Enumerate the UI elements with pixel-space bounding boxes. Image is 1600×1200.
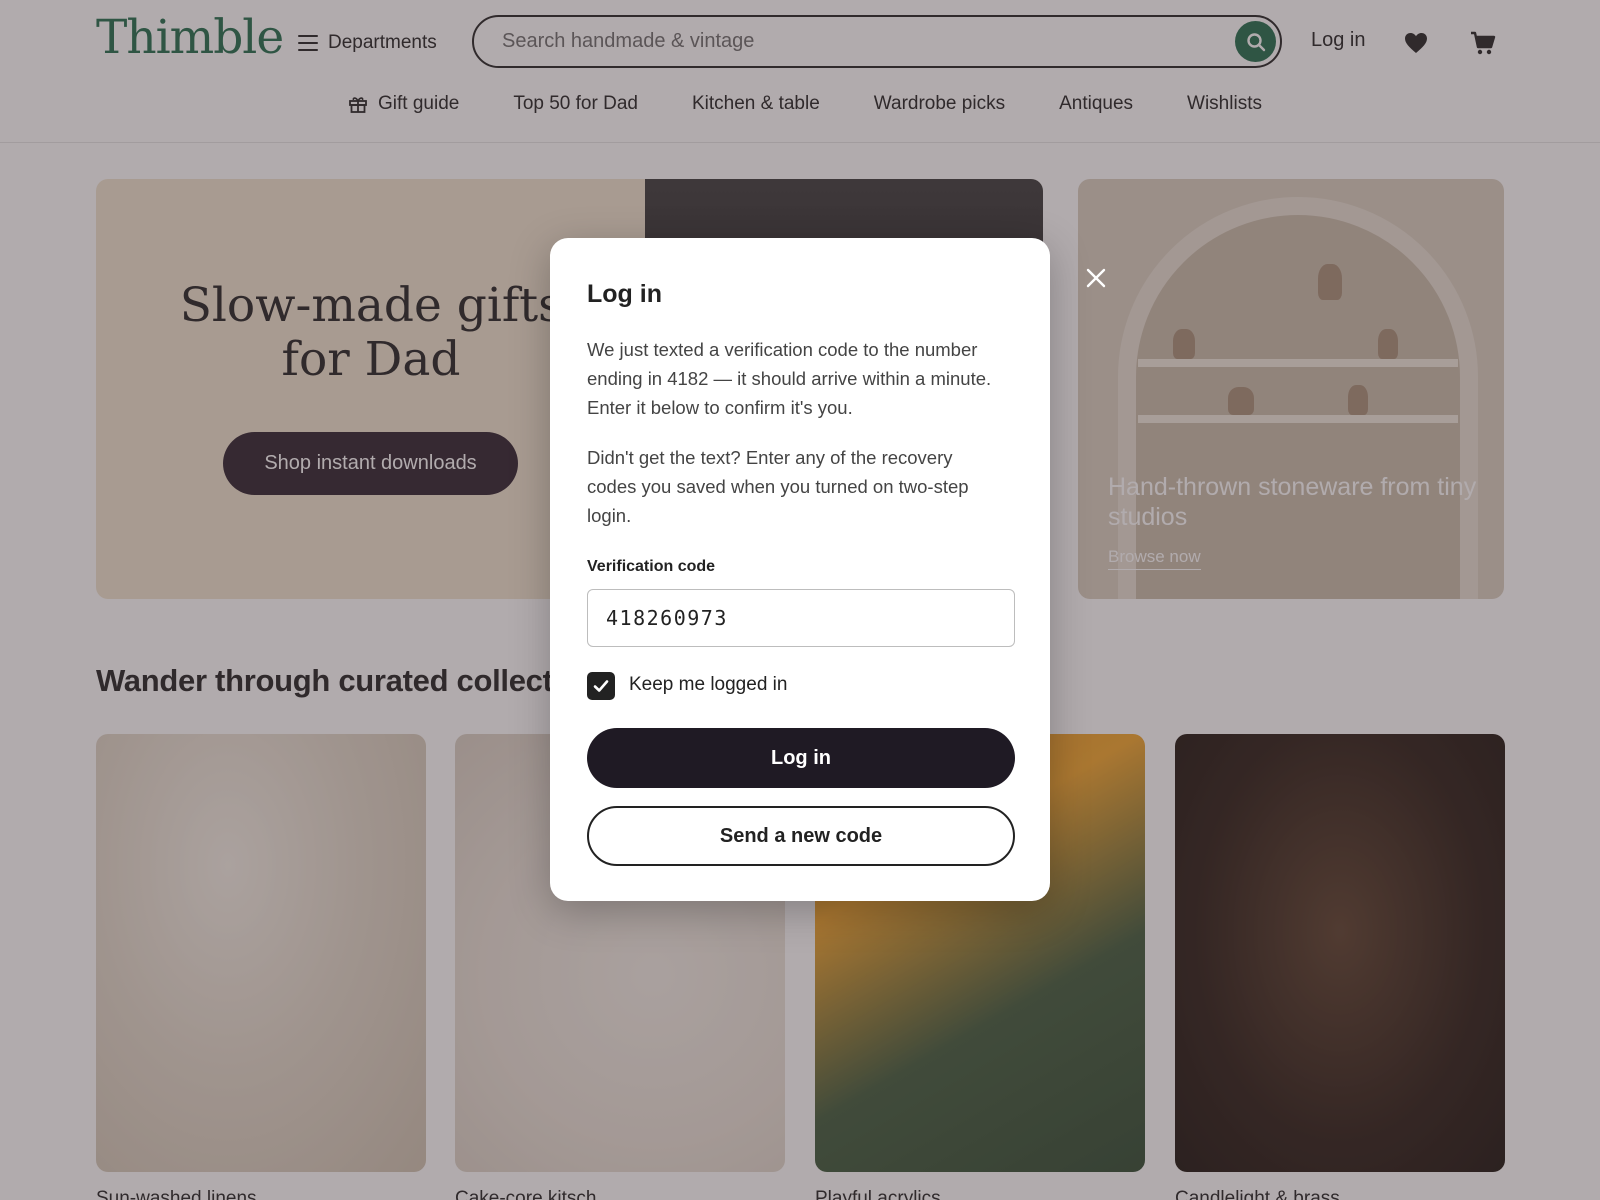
dialog-title: Log in [587, 280, 662, 308]
verification-code-input[interactable] [587, 589, 1015, 647]
send-new-code-button[interactable]: Send a new code [587, 806, 1015, 866]
check-icon [593, 680, 609, 692]
verification-message: We just texted a verification code to th… [587, 339, 992, 418]
close-modal-button[interactable] [1082, 264, 1110, 292]
keep-logged-in-checkbox[interactable] [587, 672, 615, 700]
login-dialog: Log in We just texted a verification cod… [550, 238, 1050, 901]
keep-logged-in-label[interactable]: Keep me logged in [629, 674, 787, 696]
close-icon [1086, 268, 1106, 288]
recovery-message: Didn't get the text? Enter any of the re… [587, 447, 969, 526]
verification-code-label: Verification code [587, 558, 716, 575]
login-button[interactable]: Log in [587, 728, 1015, 788]
